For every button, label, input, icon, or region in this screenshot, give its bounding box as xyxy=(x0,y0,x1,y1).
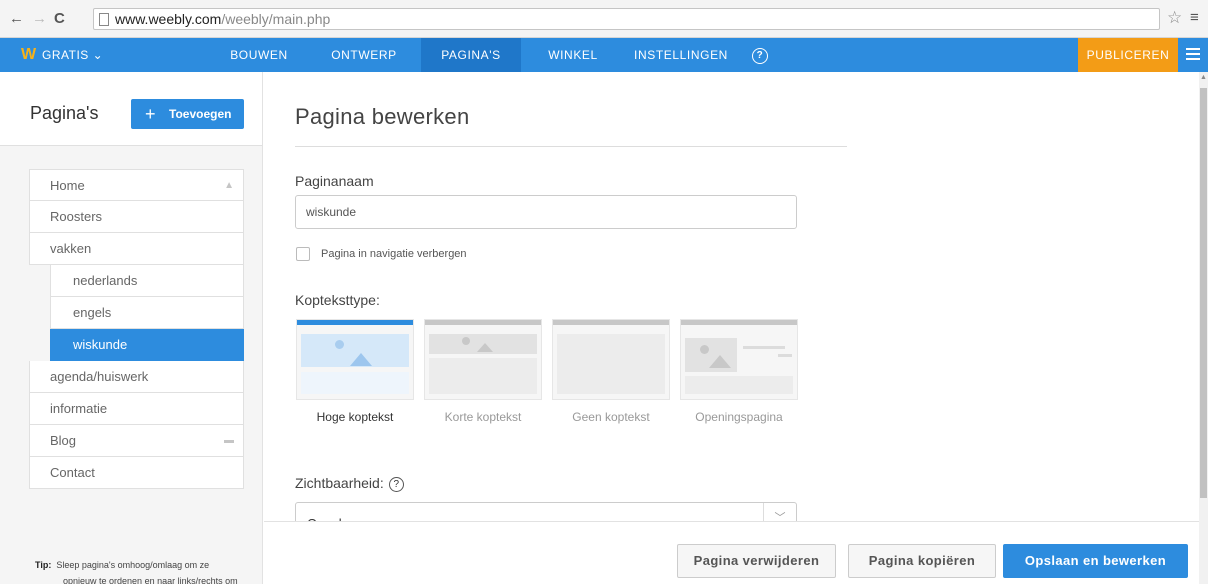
header-type-none-label[interactable]: Geen koptekst xyxy=(552,410,670,424)
page-item-nederlands[interactable]: nederlands xyxy=(50,265,244,297)
page-item-informatie[interactable]: informatie xyxy=(29,393,244,425)
home-icon: ▲ xyxy=(224,180,234,191)
forward-arrow-icon[interactable]: → xyxy=(32,10,47,28)
page-item-engels[interactable]: engels xyxy=(50,297,244,329)
bookmark-star-icon[interactable]: ☆ xyxy=(1167,8,1182,28)
plus-icon: + xyxy=(145,104,156,124)
page-name-label: Paginanaam xyxy=(295,173,374,189)
page-item-agenda-huiswerk[interactable]: agenda/huiswerk xyxy=(29,361,244,393)
reload-icon[interactable]: C xyxy=(54,10,65,28)
header-type-label: Kopteksttype: xyxy=(295,292,380,308)
tab-ontwerp[interactable]: ONTWERP xyxy=(323,38,405,72)
tab-paginas[interactable]: PAGINA'S xyxy=(421,38,521,72)
page-name-input[interactable]: wiskunde xyxy=(295,195,797,229)
plan-dropdown[interactable]: GRATIS ⌄ xyxy=(42,48,103,62)
page-item-roosters[interactable]: Roosters xyxy=(29,201,244,233)
menu-icon[interactable] xyxy=(1186,48,1200,60)
save-and-edit-button[interactable]: Opslaan en bewerken xyxy=(1003,544,1188,578)
sidebar-title: Pagina's xyxy=(30,103,99,123)
page-icon xyxy=(99,13,109,26)
browser-menu-icon[interactable]: ≡ xyxy=(1190,9,1199,27)
scrollbar-thumb[interactable] xyxy=(1200,88,1207,498)
header-type-landing-label[interactable]: Openingspagina xyxy=(680,410,798,424)
header-type-tall-label[interactable]: Hoge koptekst xyxy=(296,410,414,424)
header-type-tall[interactable] xyxy=(296,319,414,400)
tab-instellingen[interactable]: INSTELLINGEN xyxy=(628,38,734,72)
page-item-wiskunde[interactable]: wiskunde xyxy=(50,329,244,361)
browser-toolbar: ← → C www.weebly.com/weebly/main.php ☆ ≡ xyxy=(0,0,1208,38)
page-item-blog[interactable]: Blog ▬ xyxy=(29,425,244,457)
page-title: Pagina bewerken xyxy=(295,104,470,129)
address-bar[interactable]: www.weebly.com/weebly/main.php xyxy=(93,8,1160,30)
divider xyxy=(295,146,847,147)
delete-page-button[interactable]: Pagina verwijderen xyxy=(677,544,836,578)
help-icon[interactable]: ? xyxy=(388,477,404,492)
header-type-none[interactable] xyxy=(552,319,670,400)
sidebar-tip: Tip: Sleep pagina's omhoog/omlaag om ze … xyxy=(35,560,238,584)
help-icon[interactable]: ? xyxy=(745,38,775,72)
hide-in-navigation-checkbox[interactable] xyxy=(296,247,310,261)
comment-icon: ▬ xyxy=(224,435,234,446)
back-arrow-icon[interactable]: ← xyxy=(9,10,24,28)
top-navigation: W GRATIS ⌄ BOUWEN ONTWERP PAGINA'S WINKE… xyxy=(0,38,1208,72)
tab-bouwen[interactable]: BOUWEN xyxy=(222,38,296,72)
header-type-landing[interactable] xyxy=(680,319,798,400)
page-list: Home ▲ Roosters vakken nederlands engels… xyxy=(29,169,244,489)
copy-page-button[interactable]: Pagina kopiëren xyxy=(848,544,996,578)
scroll-up-icon[interactable]: ▲ xyxy=(1200,74,1207,81)
page-item-contact[interactable]: Contact xyxy=(29,457,244,489)
sidebar-header: Pagina's + Toevoegen xyxy=(0,72,262,146)
header-type-short-label[interactable]: Korte koptekst xyxy=(424,410,542,424)
tab-winkel[interactable]: WINKEL xyxy=(537,38,609,72)
pages-sidebar: Pagina's + Toevoegen Home ▲ Roosters vak… xyxy=(0,72,263,584)
action-bar: Pagina verwijderen Pagina kopiëren Opsla… xyxy=(264,521,1199,584)
weebly-logo-icon[interactable]: W xyxy=(21,46,36,64)
visibility-label: Zichtbaarheid:? xyxy=(295,475,404,492)
header-type-short[interactable] xyxy=(424,319,542,400)
hide-in-navigation-label[interactable]: Pagina in navigatie verbergen xyxy=(321,247,467,261)
page-item-home[interactable]: Home ▲ xyxy=(29,169,244,201)
page-settings-panel: Pagina bewerken Paginanaam wiskunde Pagi… xyxy=(264,72,1198,584)
page-item-vakken[interactable]: vakken xyxy=(29,233,244,265)
add-page-button[interactable]: + Toevoegen xyxy=(131,99,244,129)
publish-button[interactable]: PUBLICEREN xyxy=(1078,38,1178,72)
url-text: www.weebly.com/weebly/main.php xyxy=(115,11,331,27)
